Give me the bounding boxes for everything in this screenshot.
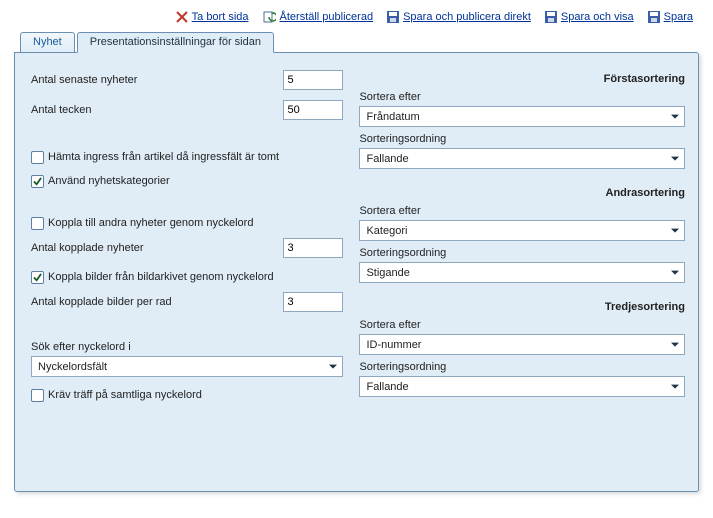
sort3-by-label: Sortera efter: [359, 319, 685, 331]
char-count-input[interactable]: [283, 100, 343, 120]
tab-presentation-settings[interactable]: Presentationsinställningar för sidan: [77, 32, 274, 53]
restore-published-button[interactable]: Återställ publicerad: [263, 10, 374, 23]
sort2-order-label: Sorteringsordning: [359, 247, 685, 259]
linked-images-per-row-label: Antal kopplade bilder per rad: [31, 296, 283, 308]
toolbar: Ta bort sida Återställ publicerad Spara …: [14, 10, 699, 27]
link-images-checkbox[interactable]: [31, 271, 44, 284]
save-and-show-link[interactable]: Spara och visa: [561, 11, 634, 23]
use-categories-label: Använd nyhetskategorier: [48, 175, 170, 187]
sort2-heading: Andrasortering: [359, 187, 685, 199]
save-publish-direct-button[interactable]: Spara och publicera direkt: [387, 11, 531, 23]
sort3-order-select[interactable]: Fallande: [359, 376, 685, 397]
sort1-by-select[interactable]: Fråndatum: [359, 106, 685, 127]
linked-news-count-input[interactable]: [283, 238, 343, 258]
restore-icon: [263, 10, 276, 23]
delete-page-button[interactable]: Ta bort sida: [176, 11, 249, 23]
floppy-icon: [648, 11, 660, 23]
search-keywords-value: Nyckelordsfält: [38, 361, 107, 373]
fetch-ingress-checkbox[interactable]: [31, 151, 44, 164]
sort2-by-label: Sortera efter: [359, 205, 685, 217]
use-categories-checkbox[interactable]: [31, 175, 44, 188]
sort3-by-value: ID-nummer: [366, 339, 421, 351]
sort3-heading: Tredjesortering: [359, 301, 685, 313]
sort3-order-label: Sorteringsordning: [359, 361, 685, 373]
sort3-order-value: Fallande: [366, 381, 408, 393]
delete-icon: [176, 11, 188, 23]
linked-images-per-row-input[interactable]: [283, 292, 343, 312]
char-count-label: Antal tecken: [31, 104, 283, 116]
sort1-order-label: Sorteringsordning: [359, 133, 685, 145]
sort1-order-select[interactable]: Fallande: [359, 148, 685, 169]
tab-bar: Nyhet Presentationsinställningar för sid…: [14, 31, 699, 52]
sort1-by-value: Fråndatum: [366, 111, 419, 123]
sort1-by-label: Sortera efter: [359, 91, 685, 103]
floppy-icon: [387, 11, 399, 23]
left-column: Antal senaste nyheter Antal tecken Hämta…: [31, 69, 343, 471]
search-keywords-label: Sök efter nyckelord i: [31, 341, 343, 353]
delete-page-link[interactable]: Ta bort sida: [192, 11, 249, 23]
sort2-order-select[interactable]: Stigande: [359, 262, 685, 283]
require-all-label: Kräv träff på samtliga nyckelord: [48, 389, 202, 401]
settings-panel: Antal senaste nyheter Antal tecken Hämta…: [14, 52, 699, 492]
link-keywords-label: Koppla till andra nyheter genom nyckelor…: [48, 217, 253, 229]
linked-news-count-label: Antal kopplade nyheter: [31, 242, 283, 254]
fetch-ingress-label: Hämta ingress från artikel då ingressfäl…: [48, 151, 279, 163]
save-and-show-button[interactable]: Spara och visa: [545, 11, 634, 23]
sort2-by-select[interactable]: Kategori: [359, 220, 685, 241]
save-link[interactable]: Spara: [664, 11, 693, 23]
latest-news-count-input[interactable]: [283, 70, 343, 90]
save-publish-direct-link[interactable]: Spara och publicera direkt: [403, 11, 531, 23]
link-keywords-checkbox[interactable]: [31, 217, 44, 230]
right-column: Förstasortering Sortera efter Fråndatum …: [359, 69, 685, 471]
restore-published-link[interactable]: Återställ publicerad: [280, 11, 374, 23]
search-keywords-select[interactable]: Nyckelordsfält: [31, 356, 343, 377]
sort1-order-value: Fallande: [366, 153, 408, 165]
sort3-by-select[interactable]: ID-nummer: [359, 334, 685, 355]
sort2-by-value: Kategori: [366, 225, 407, 237]
link-images-label: Koppla bilder från bildarkivet genom nyc…: [48, 271, 274, 283]
save-button[interactable]: Spara: [648, 11, 693, 23]
tab-news[interactable]: Nyhet: [20, 32, 75, 53]
latest-news-count-label: Antal senaste nyheter: [31, 74, 283, 86]
sort1-heading: Förstasortering: [359, 73, 685, 85]
require-all-checkbox[interactable]: [31, 389, 44, 402]
floppy-icon: [545, 11, 557, 23]
sort2-order-value: Stigande: [366, 267, 409, 279]
